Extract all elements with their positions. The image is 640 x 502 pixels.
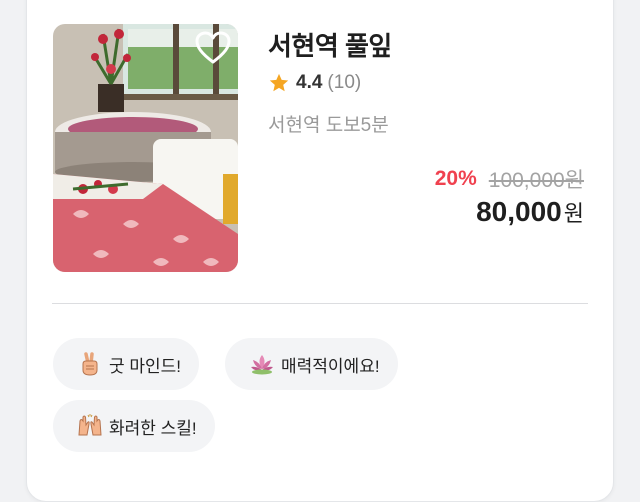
tag-good-mind[interactable]: 굿 마인드! [53,338,200,390]
peace-hand-icon [82,352,98,376]
tag-label: 화려한 스킬! [109,418,197,438]
final-price: 80,000 [476,196,562,227]
tag-label: 매력적이에요! [281,356,380,376]
discount-rate: 20% [434,167,477,190]
final-price-row: 80,000 원 [476,196,584,228]
divider [52,303,588,304]
price-row: 20% 100,000원 [435,164,584,194]
star-icon [269,73,289,92]
rating-value: 4.4 [296,72,323,93]
tag-attractive[interactable]: 매력적이에요! [225,338,398,390]
raised-hands-icon [78,414,102,436]
tag-fancy-skill[interactable]: 화려한 스킬! [53,400,215,452]
lotus-icon [251,355,273,375]
favorite-heart-icon[interactable] [195,31,231,65]
final-price-unit: 원 [563,201,584,226]
rating-row: 4.4 (10) [268,70,361,96]
original-price: 100,000원 [488,169,584,192]
location-text: 서현역 도보5분 [268,115,389,136]
review-count: (10) [327,72,362,93]
tag-label: 굿 마인드! [109,356,182,376]
shop-name[interactable]: 서현역 풀잎 [268,26,392,63]
